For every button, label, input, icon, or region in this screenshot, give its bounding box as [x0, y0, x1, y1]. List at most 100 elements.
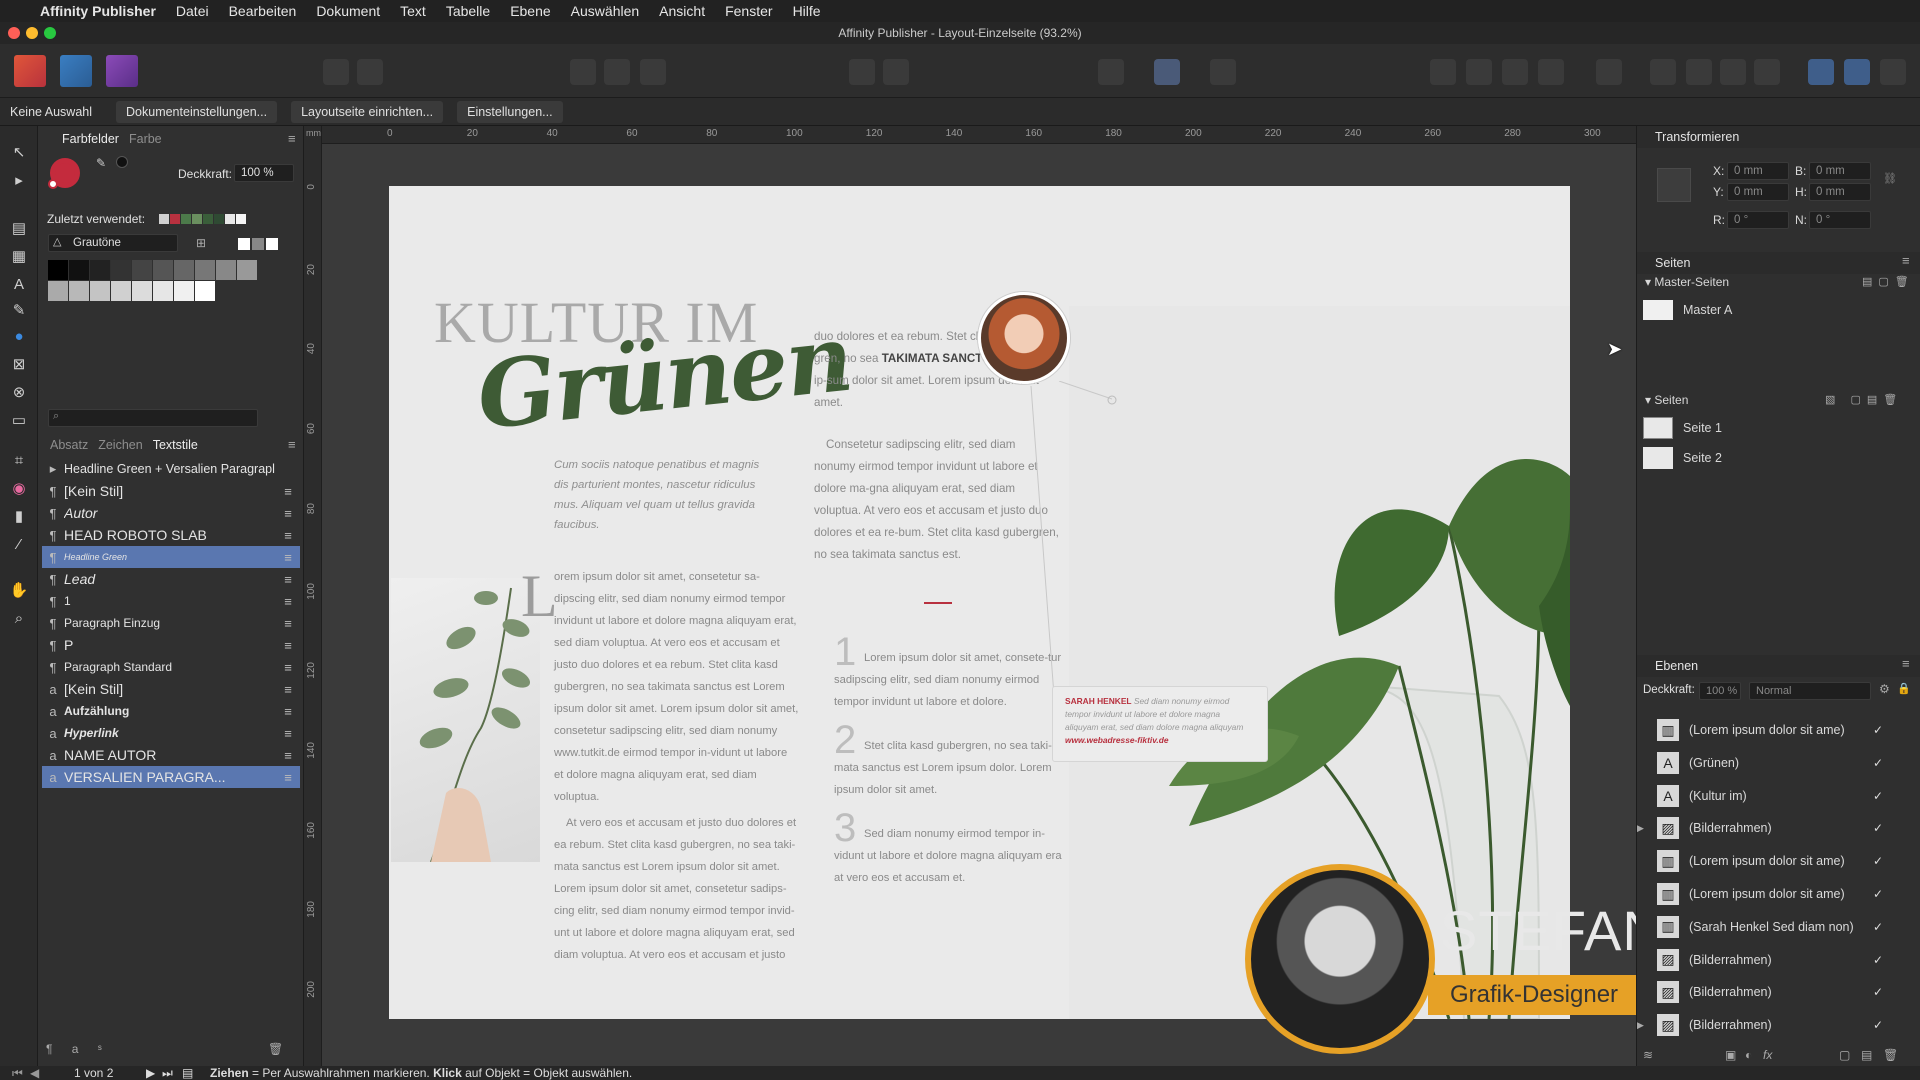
style-group-row[interactable]: ▸ Headline Green + Versalien Paragrapl — [42, 458, 300, 480]
style-menu-icon[interactable]: ≡ — [276, 616, 300, 631]
fx-icon[interactable]: fx — [1763, 1048, 1772, 1062]
text-style-item[interactable]: a [Kein Stil] ≡ — [42, 678, 300, 700]
layer-visibility-checkbox[interactable]: ✓ — [1873, 920, 1895, 934]
text-style-item[interactable]: ¶ 1 ≡ — [42, 590, 300, 612]
text-style-item[interactable]: ¶ Headline Green ≡ — [42, 546, 300, 568]
preflight-icon[interactable] — [323, 59, 349, 85]
menu-ansicht[interactable]: Ansicht — [649, 3, 715, 19]
layer-visibility-checkbox[interactable]: ✓ — [1873, 887, 1895, 901]
minimize-window-button[interactable] — [26, 27, 38, 39]
app-menu[interactable]: Affinity Publisher — [30, 3, 166, 19]
layers-menu-icon[interactable]: ≡ — [1902, 656, 1910, 671]
style-menu-icon[interactable]: ≡ — [276, 748, 300, 763]
gray-swatch-b-0[interactable] — [48, 281, 68, 301]
layer-expand-icon[interactable]: ▶ — [1637, 823, 1649, 834]
boolean-intersect-icon[interactable] — [1880, 59, 1906, 85]
move-tool-icon[interactable]: ↖ — [9, 143, 29, 163]
gray-swatch-b-6[interactable] — [174, 281, 194, 301]
rotation-field[interactable]: 0 ° — [1727, 211, 1789, 229]
layer-stack-icon[interactable]: ≋ — [1643, 1048, 1653, 1062]
text-frame-tool-icon[interactable]: ▤ — [9, 219, 29, 239]
layer-row[interactable]: A (Grünen) ✓ — [1637, 747, 1895, 779]
menu-dokument[interactable]: Dokument — [306, 3, 390, 19]
layer-row[interactable]: ▥ (Lorem ipsum dolor sit ame) ✓ — [1637, 878, 1895, 910]
boolean-subtract-icon[interactable] — [1844, 59, 1870, 85]
style-menu-icon[interactable]: ≡ — [276, 682, 300, 697]
gray-swatch-b-7[interactable] — [195, 281, 215, 301]
page-setup-button[interactable]: Layoutseite einrichten... — [291, 100, 444, 123]
text-style-item[interactable]: a Hyperlink ≡ — [42, 722, 300, 744]
gray-swatch-a-6[interactable] — [174, 260, 194, 280]
menu-ebene[interactable]: Ebene — [500, 3, 560, 19]
eyedropper-icon[interactable]: ✎ — [96, 156, 106, 170]
layer-visibility-checkbox[interactable]: ✓ — [1873, 723, 1895, 737]
text-style-item[interactable]: a VERSALIEN PARAGRA... ≡ — [42, 766, 300, 788]
layer-row[interactable]: ▥ (Lorem ipsum dolor sit ame) ✓ — [1637, 714, 1895, 746]
recent-color-swatch-0[interactable] — [159, 214, 169, 224]
lead-text[interactable]: Cum sociis natoque penatibus et magnis d… — [554, 455, 769, 535]
add-layer-icon[interactable]: ▢ — [1839, 1048, 1850, 1062]
boolean-add-icon[interactable] — [1808, 59, 1834, 85]
tab-farbfelder[interactable]: Farbfelder — [62, 132, 119, 146]
transform-panel-title[interactable]: Transformieren — [1637, 126, 1920, 148]
layer-visibility-checkbox[interactable]: ✓ — [1873, 953, 1895, 967]
designer-persona-icon[interactable] — [60, 55, 92, 87]
text-style-item[interactable]: ¶ P ≡ — [42, 634, 300, 656]
tab-textstile[interactable]: Textstile — [153, 438, 198, 452]
zoom-window-button[interactable] — [44, 27, 56, 39]
body-column-1[interactable]: orem ipsum dolor sit amet, consetetur sa… — [554, 566, 799, 808]
first-page-icon[interactable]: ⏮ — [12, 1066, 23, 1080]
style-menu-icon[interactable]: ≡ — [276, 594, 300, 609]
delete-layer-icon[interactable]: 🗑 — [1883, 1048, 1898, 1062]
page-item-1[interactable]: Seite 1 — [1643, 414, 1917, 442]
fill-tool-icon[interactable]: ◉ — [9, 479, 29, 499]
gray-swatch[interactable] — [252, 238, 264, 250]
gray-swatch-b-4[interactable] — [132, 281, 152, 301]
flip-horizontal-icon[interactable] — [1650, 59, 1676, 85]
list-item-2[interactable]: Stet clita kasd gubergren, no sea taki-m… — [834, 735, 1069, 801]
pen-tool-icon[interactable]: ✎ — [9, 301, 29, 321]
text-wrap-icon[interactable] — [1154, 59, 1180, 85]
page-actions-icon[interactable]: ▧ ▢▤🗑 — [1825, 393, 1903, 406]
rotate-left-icon[interactable] — [1720, 59, 1746, 85]
recent-color-swatch-4[interactable] — [203, 214, 213, 224]
mask-icon[interactable]: ▣ — [1725, 1048, 1736, 1062]
menu-hilfe[interactable]: Hilfe — [783, 3, 831, 19]
view-mode-bleed-icon[interactable] — [604, 59, 630, 85]
photo-persona-icon[interactable] — [106, 55, 138, 87]
pages-menu-icon[interactable]: ≡ — [1902, 253, 1910, 268]
layer-settings-gear-icon[interactable]: ⚙ — [1879, 682, 1890, 696]
link-proportions-icon[interactable]: ⛓ — [1883, 172, 1897, 185]
view-mode-normal-icon[interactable] — [570, 59, 596, 85]
gray-swatch-b-5[interactable] — [153, 281, 173, 301]
layer-row[interactable]: ▥ (Lorem ipsum dolor sit ame) ✓ — [1637, 845, 1895, 877]
next-page-icon[interactable]: ▶ — [146, 1066, 155, 1080]
layer-row[interactable]: A (Kultur im) ✓ — [1637, 780, 1895, 812]
flip-vertical-icon[interactable] — [1686, 59, 1712, 85]
recent-color-swatch-6[interactable] — [225, 214, 235, 224]
menu-text[interactable]: Text — [390, 3, 436, 19]
gray-swatch-a-2[interactable] — [90, 260, 110, 280]
crop-tool-icon[interactable]: ⌗ — [9, 451, 29, 471]
gray-swatch-b-2[interactable] — [90, 281, 110, 301]
page-view-icon[interactable]: ▤ — [182, 1066, 193, 1080]
style-menu-icon[interactable]: ≡ — [276, 770, 300, 785]
prev-page-icon[interactable]: ◀ — [30, 1066, 39, 1080]
order-front-icon[interactable] — [1538, 59, 1564, 85]
layer-row[interactable]: ▶ ▨ (Bilderrahmen) ✓ — [1637, 1009, 1895, 1041]
master-page-item[interactable]: Master A — [1643, 297, 1917, 323]
zoom-tool-icon[interactable]: ⌕ — [9, 609, 29, 629]
menu-bearbeiten[interactable]: Bearbeiten — [219, 3, 307, 19]
delete-style-icon[interactable]: 🗑 — [268, 1042, 283, 1056]
style-actions-icon[interactable]: ¶ a ˢ — [46, 1042, 110, 1056]
align-icon[interactable] — [1596, 59, 1622, 85]
assets-icon[interactable] — [357, 59, 383, 85]
anchor-icon[interactable] — [883, 59, 909, 85]
layer-visibility-checkbox[interactable]: ✓ — [1873, 1018, 1895, 1032]
gray-swatch-a-7[interactable] — [195, 260, 215, 280]
panel-menu-icon[interactable]: ≡ — [288, 131, 296, 146]
recent-color-swatch-1[interactable] — [170, 214, 180, 224]
menu-fenster[interactable]: Fenster — [715, 3, 782, 19]
tab-absatz[interactable]: Absatz — [50, 438, 88, 452]
recent-color-swatch-5[interactable] — [214, 214, 224, 224]
